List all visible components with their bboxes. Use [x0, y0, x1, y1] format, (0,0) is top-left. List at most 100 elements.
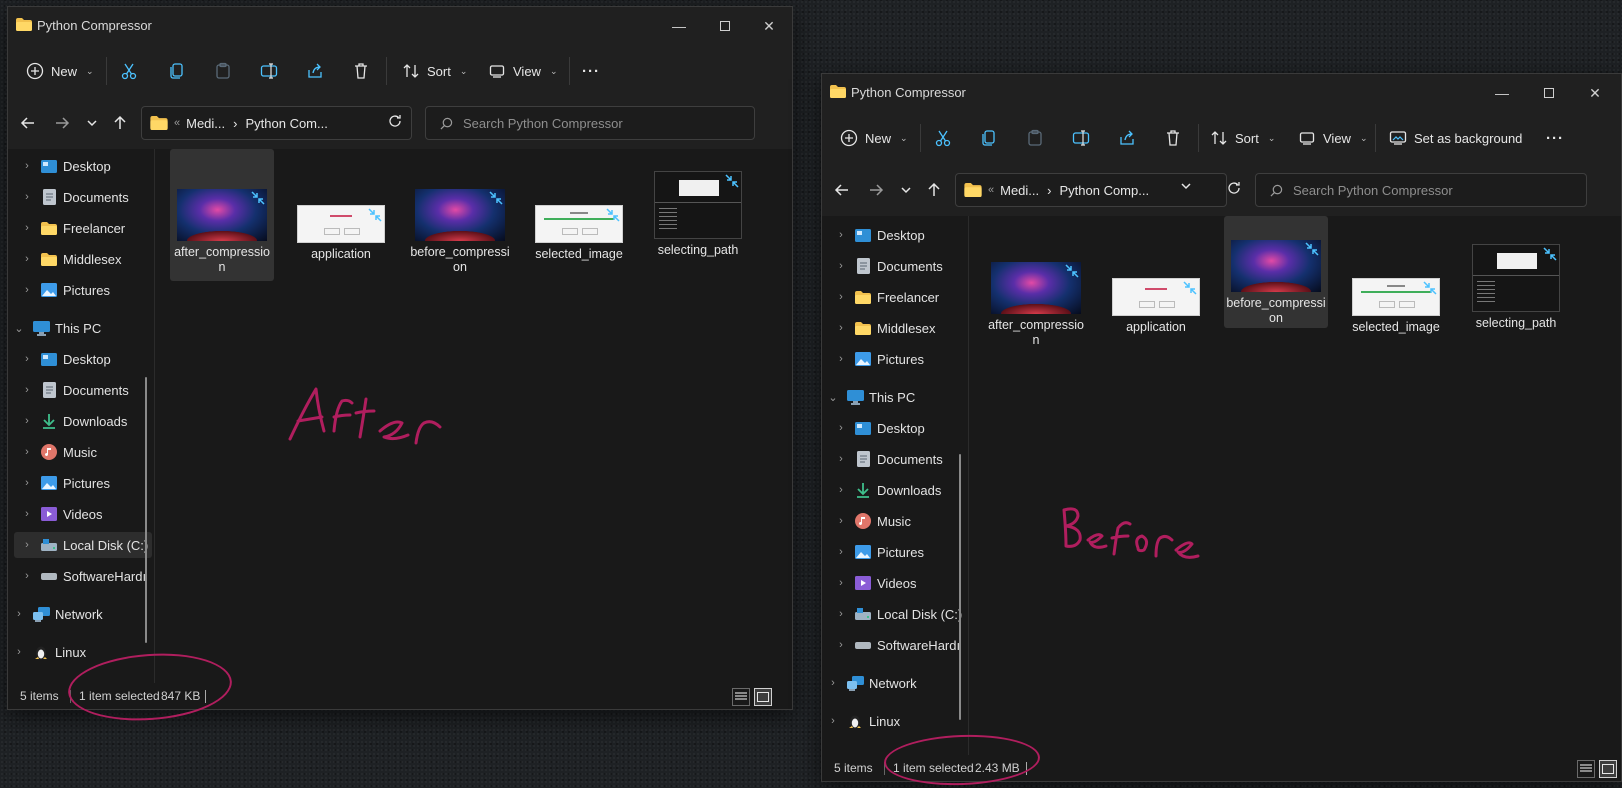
chevron-right-icon[interactable]: › [836, 322, 846, 334]
up-button[interactable] [108, 111, 132, 135]
sidebar-item-freelancer[interactable]: › Freelancer [836, 284, 939, 310]
chevron-right-icon[interactable]: › [836, 639, 846, 651]
sidebar-item-pc-music[interactable]: › Music [836, 508, 911, 534]
maximize-button[interactable] [702, 11, 748, 41]
sidebar-item-pc-software-drive[interactable]: › SoftwareHardı [836, 632, 960, 658]
chevron-right-icon[interactable]: › [836, 229, 846, 241]
details-view-button[interactable] [732, 688, 750, 706]
sidebar-item-network[interactable]: › Network [828, 670, 917, 696]
forward-button[interactable] [50, 111, 74, 135]
chevron-right-icon[interactable]: › [22, 446, 32, 458]
share-button[interactable] [1118, 122, 1136, 154]
sidebar-item-documents[interactable]: › Documents [836, 253, 943, 279]
new-button[interactable]: New ⌄ [26, 55, 94, 87]
chevron-right-icon[interactable]: › [836, 608, 846, 620]
chevron-down-icon[interactable]: ⌄ [828, 391, 838, 404]
close-button[interactable]: ✕ [746, 11, 792, 41]
large-icons-view-button[interactable] [1599, 760, 1617, 778]
sidebar-item-pc-pictures[interactable]: › Pictures [22, 470, 110, 496]
rename-button[interactable] [260, 55, 278, 87]
chevron-right-icon[interactable]: › [14, 646, 24, 658]
copy-button[interactable] [980, 122, 998, 154]
chevron-down-icon[interactable]: ⌄ [14, 322, 24, 335]
sidebar-item-pc-downloads[interactable]: › Downloads [836, 477, 941, 503]
new-button[interactable]: New ⌄ [840, 122, 908, 154]
chevron-right-icon[interactable]: › [22, 191, 32, 203]
search-box[interactable]: Search Python Compressor [1255, 173, 1587, 207]
back-button[interactable] [16, 111, 40, 135]
sidebar-scrollbar[interactable] [145, 377, 147, 643]
file-tile[interactable]: after_compression [170, 149, 274, 281]
sidebar-item-pc-videos[interactable]: › Videos [836, 570, 916, 596]
sidebar-item-pc-documents[interactable]: › Documents [22, 377, 129, 403]
recent-locations-button[interactable] [894, 178, 918, 202]
chevron-right-icon[interactable]: › [22, 384, 32, 396]
sidebar-item-pc-desktop[interactable]: › Desktop [22, 346, 111, 372]
file-tile[interactable]: selected_image [527, 149, 631, 281]
chevron-right-icon[interactable]: › [14, 608, 24, 620]
view-button[interactable]: View ⌄ [488, 55, 558, 87]
sidebar-item-pictures[interactable]: › Pictures [22, 277, 110, 303]
share-button[interactable] [306, 55, 324, 87]
overflow-indicator[interactable]: « [988, 184, 994, 196]
cut-button[interactable] [120, 55, 138, 87]
sort-button[interactable]: Sort ⌄ [402, 55, 467, 87]
file-tile[interactable]: after_compression [984, 222, 1088, 354]
file-tile[interactable]: application [1104, 222, 1208, 354]
more-options-button[interactable]: ··· [1546, 122, 1564, 154]
delete-button[interactable] [352, 55, 370, 87]
rename-button[interactable] [1072, 122, 1090, 154]
cut-button[interactable] [934, 122, 952, 154]
sidebar-item-freelancer[interactable]: › Freelancer [22, 215, 125, 241]
sidebar-item-desktop[interactable]: › Desktop [22, 153, 111, 179]
chevron-right-icon[interactable]: › [836, 260, 846, 272]
minimize-button[interactable]: — [656, 11, 702, 41]
chevron-right-icon[interactable]: › [836, 422, 846, 434]
title-bar[interactable]: Python Compressor — ✕ [822, 74, 1621, 112]
address-bar[interactable]: « Medi... › Python Com... [141, 106, 412, 140]
sidebar-item-pc-desktop[interactable]: › Desktop [836, 415, 925, 441]
up-button[interactable] [922, 178, 946, 202]
chevron-right-icon[interactable]: › [22, 160, 32, 172]
sidebar-item-pc-software-drive[interactable]: › SoftwareHardı [22, 563, 146, 589]
minimize-button[interactable]: — [1479, 78, 1525, 108]
chevron-right-icon[interactable]: › [22, 222, 32, 234]
chevron-right-icon[interactable]: › [836, 577, 846, 589]
chevron-right-icon[interactable]: › [22, 508, 32, 520]
recent-locations-button[interactable] [80, 111, 104, 135]
maximize-button[interactable] [1526, 78, 1572, 108]
close-button[interactable]: ✕ [1572, 78, 1618, 108]
breadcrumb-item[interactable]: Medi... [1000, 183, 1039, 198]
breadcrumb-item[interactable]: Medi... [186, 116, 225, 131]
pane-divider[interactable] [154, 149, 155, 683]
sidebar-item-documents[interactable]: › Documents [22, 184, 129, 210]
breadcrumb-item-current[interactable]: Python Com... [245, 116, 327, 131]
sidebar-item-pc-music[interactable]: › Music [22, 439, 97, 465]
chevron-right-icon[interactable]: › [836, 453, 846, 465]
sidebar-item-pc-local-disk[interactable]: › Local Disk (C:) [14, 532, 152, 558]
details-view-button[interactable] [1577, 760, 1595, 778]
sidebar-item-pc-videos[interactable]: › Videos [22, 501, 102, 527]
address-history-dropdown[interactable] [1180, 180, 1192, 195]
sidebar-item-pc-documents[interactable]: › Documents [836, 446, 943, 472]
sidebar-item-middlesex[interactable]: › Middlesex [836, 315, 935, 341]
back-button[interactable] [830, 178, 854, 202]
chevron-right-icon[interactable]: › [836, 515, 846, 527]
file-tile[interactable]: selecting_path [1464, 222, 1568, 354]
paste-button[interactable] [1026, 122, 1044, 154]
chevron-right-icon[interactable]: › [22, 477, 32, 489]
forward-button[interactable] [864, 178, 888, 202]
sidebar-item-desktop[interactable]: › Desktop [836, 222, 925, 248]
chevron-right-icon[interactable]: › [836, 546, 846, 558]
chevron-right-icon[interactable]: › [836, 291, 846, 303]
more-options-button[interactable]: ··· [582, 55, 600, 87]
title-bar[interactable]: Python Compressor — ✕ [8, 7, 792, 45]
address-bar[interactable]: « Medi... › Python Comp... [955, 173, 1227, 207]
sidebar-item-pc-local-disk[interactable]: › Local Disk (C:) [836, 601, 962, 627]
sidebar-item-linux[interactable]: › Linux [14, 639, 86, 665]
file-tile[interactable]: before_compression [1224, 216, 1328, 328]
file-tile[interactable]: selected_image [1344, 222, 1448, 354]
copy-button[interactable] [168, 55, 186, 87]
sidebar-scrollbar[interactable] [959, 454, 961, 720]
sidebar-item-pictures[interactable]: › Pictures [836, 346, 924, 372]
